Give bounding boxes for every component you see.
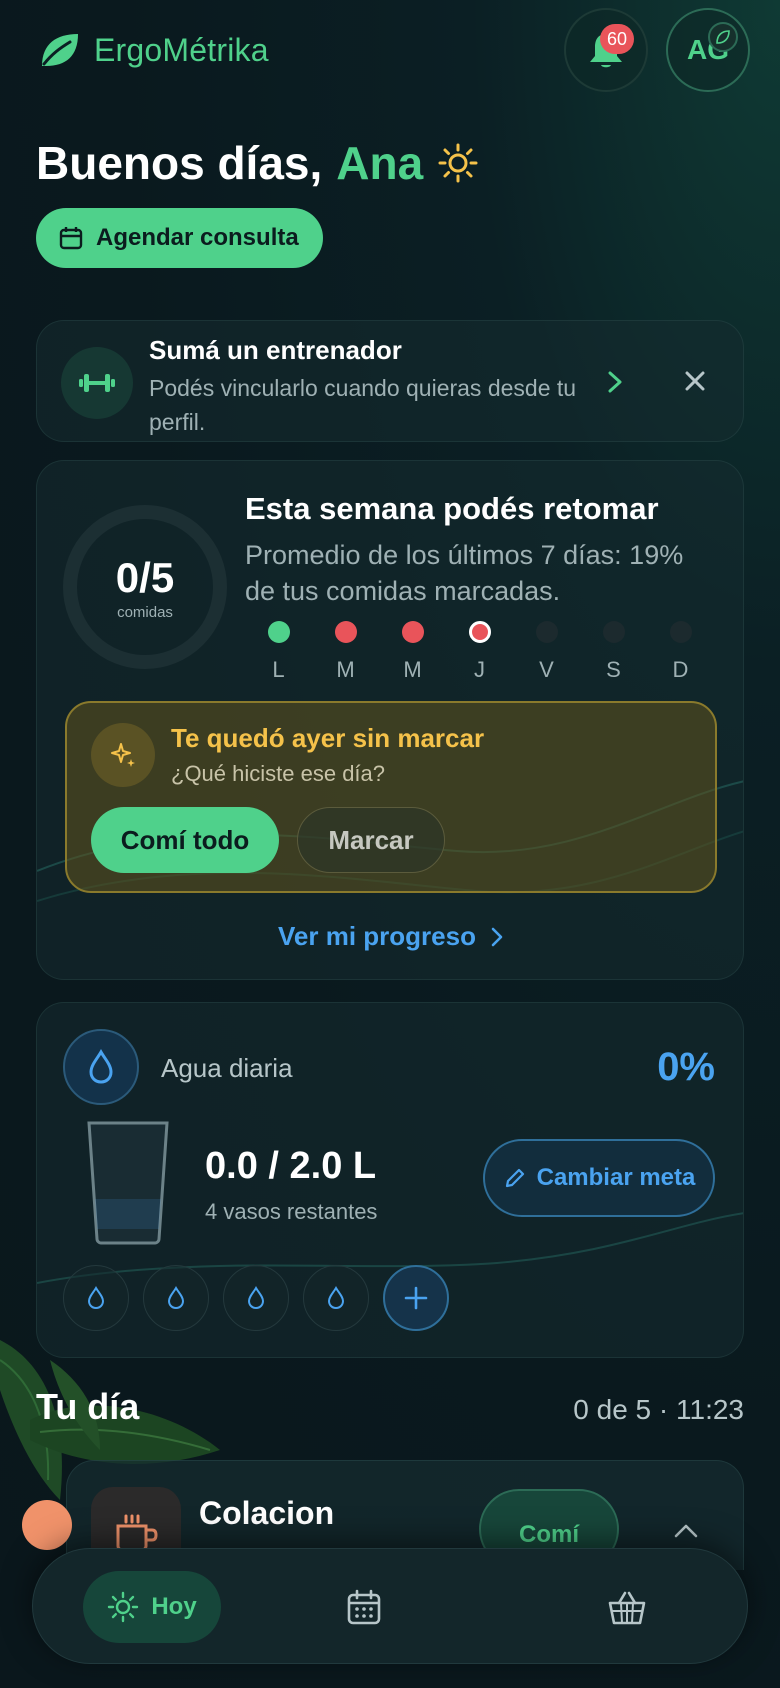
pencil-icon: [505, 1168, 524, 1188]
day-section-meta: 0 de 5 · 11:23: [573, 1394, 744, 1425]
day-3: J: [446, 621, 513, 683]
meal-title: Colacion: [199, 1495, 335, 1531]
glass-slot[interactable]: [303, 1265, 369, 1331]
day-label: M: [336, 657, 355, 682]
profile-avatar[interactable]: AG: [666, 8, 750, 92]
close-icon[interactable]: [683, 369, 707, 393]
missed-day-panel: Te quedó ayer sin marcar ¿Qué hiciste es…: [65, 701, 717, 893]
leaf-icon: [42, 34, 78, 66]
dumbbell-icon: [61, 347, 133, 419]
day-status-dot: [334, 621, 357, 643]
glass-slot[interactable]: [223, 1265, 289, 1331]
nav-today-tab[interactable]: Hoy: [83, 1571, 221, 1643]
app-name: ErgoMétrika: [94, 31, 269, 68]
greeting: Buenos días, Ana: [36, 136, 479, 190]
chevron-right-icon[interactable]: [605, 369, 625, 395]
schedule-label: Agendar consulta: [96, 224, 299, 251]
glass-slot[interactable]: [143, 1265, 209, 1331]
weekly-progress-card: 0/5 comidas Esta semana podés retomar Pr…: [36, 460, 744, 980]
day-6: D: [647, 621, 714, 683]
day-status-dot: [602, 621, 625, 643]
day-label: L: [272, 657, 285, 682]
day-label: M: [403, 657, 422, 682]
meals-ring-value: 0/5: [115, 553, 175, 601]
day-label: V: [539, 657, 554, 682]
day-0: L: [245, 621, 312, 683]
greeting-prefix: Buenos días,: [36, 137, 323, 189]
day-section-title: Tu día: [36, 1386, 140, 1427]
day-status-dot: [669, 621, 692, 643]
glass-slot[interactable]: [63, 1265, 129, 1331]
trainer-card[interactable]: Sumá un entrenador Podés vincularlo cuan…: [36, 320, 744, 442]
week-title: Esta semana podés retomar: [245, 491, 659, 526]
day-status-dot: [535, 621, 558, 643]
view-progress-label: Ver mi progreso: [278, 921, 476, 951]
water-card: Agua diaria 0% 0.0 / 2.0 L 4 vasos resta…: [36, 1002, 744, 1358]
day-1: M: [312, 621, 379, 683]
trainer-title: Sumá un entrenador: [149, 335, 402, 365]
calendar-icon[interactable]: [345, 1589, 383, 1627]
week-days: LMMJVSD: [245, 621, 714, 683]
water-drop-icon: [327, 1286, 345, 1310]
chevron-right-icon: [491, 927, 503, 946]
notifications-badge: 60: [600, 24, 634, 54]
day-status-dot: [468, 621, 491, 643]
water-remaining: 4 vasos restantes: [205, 1199, 378, 1224]
day-status-dot: [267, 621, 290, 643]
notifications-button[interactable]: 60: [564, 8, 648, 92]
day-label: D: [672, 657, 689, 682]
day-label: S: [606, 657, 621, 682]
nav-today-label: Hoy: [151, 1593, 197, 1620]
week-subtitle: Promedio de los últimos 7 días: 19% de t…: [245, 540, 684, 606]
meals-ring: 0/5 comidas: [63, 505, 227, 669]
basket-icon[interactable]: [607, 1589, 647, 1627]
bottom-navigation: Hoy: [32, 1548, 748, 1664]
missed-title: Te quedó ayer sin marcar: [171, 723, 485, 753]
day-status-dot: [401, 621, 424, 643]
water-drop-icon: [63, 1029, 139, 1105]
water-drop-icon: [167, 1286, 185, 1310]
water-amount: 0.0 / 2.0 L: [205, 1145, 377, 1187]
schedule-consultation-button[interactable]: Agendar consulta: [36, 208, 323, 268]
change-goal-label: Cambiar meta: [536, 1164, 696, 1191]
missed-subtitle: ¿Qué hiciste ese día?: [171, 761, 386, 786]
calendar-icon: [59, 227, 83, 250]
mark-button[interactable]: Marcar: [297, 807, 445, 873]
day-5: S: [580, 621, 647, 683]
day-2: M: [379, 621, 446, 683]
trainer-description: Podés vincularlo cuando quieras desde tu…: [149, 375, 577, 435]
view-progress-link[interactable]: Ver mi progreso: [37, 921, 743, 952]
day-label: J: [474, 657, 485, 682]
sun-icon: [108, 1591, 139, 1623]
day-4: V: [513, 621, 580, 683]
water-percent: 0%: [657, 1045, 715, 1089]
add-glass-button[interactable]: [383, 1265, 449, 1331]
ate-all-button[interactable]: Comí todo: [91, 807, 279, 873]
chevron-up-icon[interactable]: [673, 1523, 699, 1539]
water-title: Agua diaria: [161, 1053, 293, 1083]
meals-ring-label: comidas: [117, 603, 173, 621]
water-glass-icon: [87, 1121, 169, 1245]
water-drop-icon: [87, 1286, 105, 1310]
water-glasses: [63, 1265, 449, 1331]
water-drop-icon: [247, 1286, 265, 1310]
app-logo: ErgoMétrika: [38, 30, 269, 70]
sparkle-icon: [91, 723, 155, 787]
floating-accent-dot: [22, 1500, 72, 1550]
change-goal-button[interactable]: Cambiar meta: [483, 1139, 715, 1217]
plus-icon: [404, 1286, 428, 1310]
sun-icon: [438, 143, 478, 183]
greeting-name: Ana: [336, 137, 424, 189]
leaf-badge-icon: [708, 22, 738, 52]
